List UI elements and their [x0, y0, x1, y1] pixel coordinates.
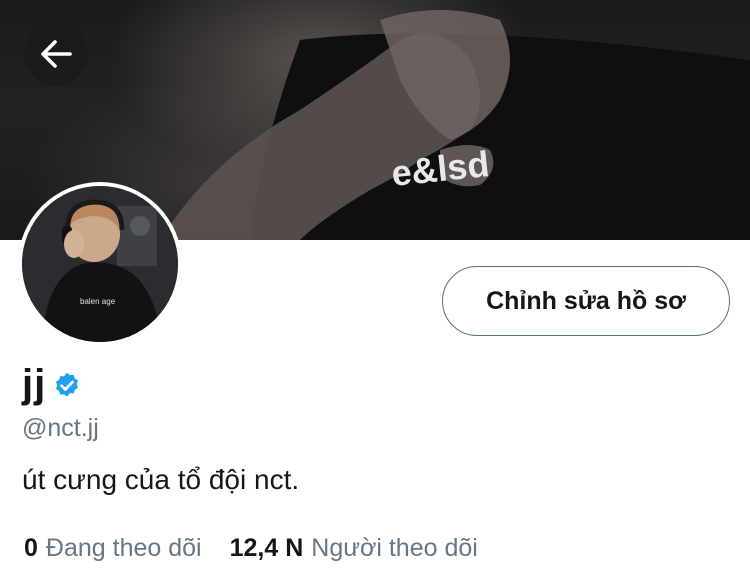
- following-label: Đang theo dõi: [45, 534, 202, 562]
- arrow-left-icon: [41, 40, 72, 68]
- followers-label: Người theo dõi: [311, 534, 478, 562]
- name-row: jj: [22, 362, 82, 407]
- profile-handle: @nct.jj: [22, 414, 99, 442]
- avatar-photo: balen age: [22, 186, 178, 342]
- following-count: 0: [24, 534, 38, 562]
- followers-count: 12,4 N: [229, 534, 304, 562]
- avatar[interactable]: balen age: [18, 182, 182, 346]
- back-button[interactable]: [24, 22, 88, 86]
- avatar-shirt-print: balen age: [80, 297, 116, 306]
- profile-bio: út cưng của tổ đội nct.: [22, 464, 300, 495]
- followers-stat[interactable]: 12,4 N Người theo dõi: [230, 534, 478, 563]
- following-stat[interactable]: 0 Đang theo dõi: [24, 534, 202, 563]
- edit-profile-button[interactable]: Chỉnh sửa hồ sơ: [442, 266, 730, 336]
- avatar-image: balen age: [22, 186, 178, 342]
- follow-stats: 0 Đang theo dõi 12,4 N Người theo dõi: [24, 534, 506, 563]
- display-name: jj: [22, 362, 47, 406]
- verified-badge-icon: [56, 372, 79, 397]
